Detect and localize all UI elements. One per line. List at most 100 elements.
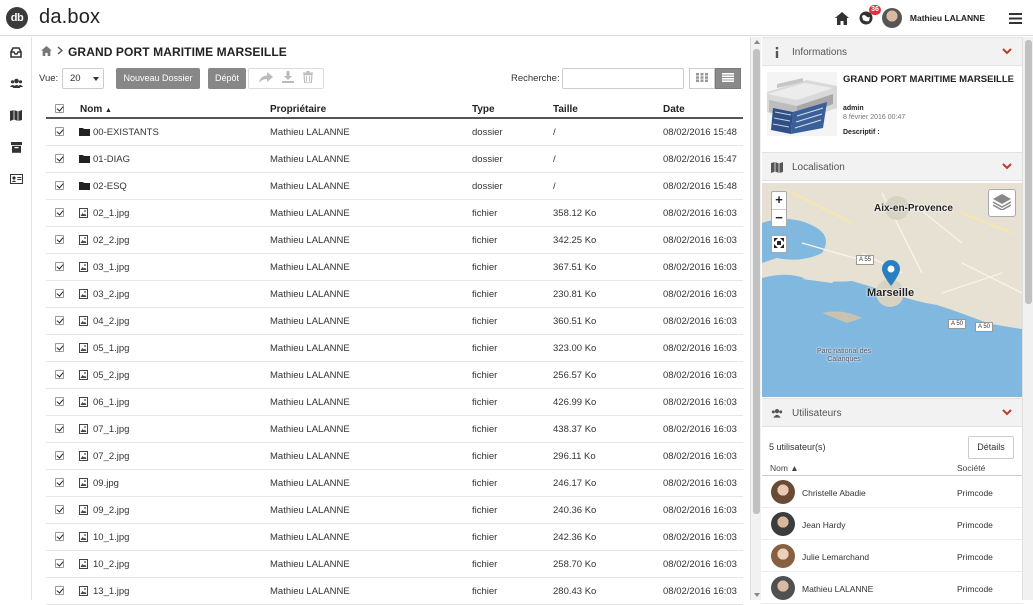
- home-breadcrumb-icon[interactable]: [41, 45, 52, 59]
- row-checkbox[interactable]: [55, 208, 64, 217]
- table-row[interactable]: 03_1.jpg Mathieu LALANNE fichier 367.51 Ko 0…: [46, 254, 743, 281]
- file-name[interactable]: 09.jpg: [93, 478, 119, 489]
- panel-scrollbar[interactable]: [1022, 37, 1033, 600]
- main-scrollbar-thumb[interactable]: [753, 49, 760, 514]
- upload-button[interactable]: Dépôt: [208, 68, 246, 89]
- users-group-icon[interactable]: [8, 75, 24, 91]
- table-row[interactable]: 04_2.jpg Mathieu LALANNE fichier 360.51 Ko 0…: [46, 308, 743, 335]
- panel-scrollbar-thumb[interactable]: [1025, 40, 1032, 304]
- table-row[interactable]: 07_2.jpg Mathieu LALANNE fichier 296.11 Ko 0…: [46, 443, 743, 470]
- main-scrollbar[interactable]: [750, 37, 761, 600]
- chevron-down-icon[interactable]: [1002, 408, 1012, 419]
- users-col-name[interactable]: Nom ▲: [770, 463, 799, 473]
- column-size[interactable]: Taille: [553, 104, 578, 115]
- view-count-select[interactable]: 20: [62, 68, 104, 89]
- file-name[interactable]: 02_1.jpg: [93, 208, 129, 219]
- column-type[interactable]: Type: [472, 104, 495, 115]
- trash-icon[interactable]: [303, 71, 314, 86]
- project-thumbnail[interactable]: [767, 72, 837, 136]
- row-checkbox[interactable]: [55, 532, 64, 541]
- row-checkbox[interactable]: [55, 154, 64, 163]
- row-checkbox[interactable]: [55, 181, 64, 190]
- column-date[interactable]: Date: [663, 104, 685, 115]
- location-marker-icon[interactable]: [882, 260, 900, 289]
- table-row[interactable]: 07_1.jpg Mathieu LALANNE fichier 438.37 Ko 0…: [46, 416, 743, 443]
- file-name[interactable]: 09_2.jpg: [93, 505, 129, 516]
- table-row[interactable]: 01-DIAG Mathieu LALANNE dossier / 08/02/2016…: [46, 146, 743, 173]
- row-checkbox[interactable]: [55, 343, 64, 352]
- file-name[interactable]: 02-ESQ: [93, 181, 127, 192]
- file-name[interactable]: 06_1.jpg: [93, 397, 129, 408]
- chevron-down-icon[interactable]: [1002, 47, 1012, 58]
- new-folder-button[interactable]: Nouveau Dossier: [116, 68, 200, 89]
- details-button[interactable]: Détails: [968, 436, 1014, 459]
- map-layers-button[interactable]: [988, 189, 1016, 217]
- table-row[interactable]: 05_2.jpg Mathieu LALANNE fichier 256.57 Ko 0…: [46, 362, 743, 389]
- user-row[interactable]: Jean Hardy Primcode: [762, 509, 1022, 540]
- file-name[interactable]: 13_1.jpg: [93, 586, 129, 597]
- contact-card-icon[interactable]: [8, 171, 24, 187]
- row-checkbox[interactable]: [55, 451, 64, 460]
- column-owner[interactable]: Propriétaire: [270, 104, 326, 115]
- localisation-header[interactable]: Localisation: [762, 152, 1022, 181]
- inbox-icon[interactable]: [8, 44, 24, 60]
- list-view-button[interactable]: [715, 68, 741, 89]
- hamburger-menu-icon[interactable]: [1007, 10, 1023, 26]
- file-name[interactable]: 05_1.jpg: [93, 343, 129, 354]
- table-row[interactable]: 03_2.jpg Mathieu LALANNE fichier 230.81 Ko 0…: [46, 281, 743, 308]
- file-name[interactable]: 03_2.jpg: [93, 289, 129, 300]
- map-icon[interactable]: [8, 107, 24, 123]
- select-all-checkbox[interactable]: [55, 104, 64, 113]
- file-name[interactable]: 07_1.jpg: [93, 424, 129, 435]
- row-checkbox[interactable]: [55, 505, 64, 514]
- user-name[interactable]: Mathieu LALANNE: [910, 13, 985, 23]
- scroll-up-arrow[interactable]: [754, 40, 760, 44]
- row-checkbox[interactable]: [55, 289, 64, 298]
- search-input[interactable]: [562, 68, 684, 89]
- column-name[interactable]: Nom ▲: [80, 104, 112, 115]
- table-row[interactable]: 10_1.jpg Mathieu LALANNE fichier 242.36 Ko 0…: [46, 524, 743, 551]
- table-row[interactable]: 02-ESQ Mathieu LALANNE dossier / 08/02/2016 …: [46, 173, 743, 200]
- table-row[interactable]: 02_1.jpg Mathieu LALANNE fichier 358.12 Ko 0…: [46, 200, 743, 227]
- file-name[interactable]: 04_2.jpg: [93, 316, 129, 327]
- file-name[interactable]: 05_2.jpg: [93, 370, 129, 381]
- row-checkbox[interactable]: [55, 262, 64, 271]
- table-row[interactable]: 05_1.jpg Mathieu LALANNE fichier 323.00 Ko 0…: [46, 335, 743, 362]
- file-name[interactable]: 10_1.jpg: [93, 532, 129, 543]
- user-avatar[interactable]: [881, 8, 902, 28]
- user-row[interactable]: Christelle Abadie Primcode: [762, 477, 1022, 508]
- user-row[interactable]: Mathieu LALANNE Primcode: [762, 573, 1022, 604]
- informations-header[interactable]: Informations: [762, 37, 1022, 66]
- table-row[interactable]: 13_1.jpg Mathieu LALANNE fichier 280.43 Ko 0…: [46, 578, 743, 605]
- users-col-company[interactable]: Société: [957, 463, 985, 473]
- grid-view-button[interactable]: [689, 68, 715, 89]
- users-header[interactable]: Utilisateurs: [762, 398, 1022, 427]
- file-name[interactable]: 10_2.jpg: [93, 559, 129, 570]
- scroll-down-arrow[interactable]: [754, 593, 760, 597]
- file-name[interactable]: 03_1.jpg: [93, 262, 129, 273]
- table-row[interactable]: 00-EXISTANTS Mathieu LALANNE dossier / 08/02…: [46, 119, 743, 146]
- table-row[interactable]: 02_2.jpg Mathieu LALANNE fichier 342.25 Ko 0…: [46, 227, 743, 254]
- file-name[interactable]: 02_2.jpg: [93, 235, 129, 246]
- home-icon[interactable]: [834, 10, 850, 26]
- zoom-in-button[interactable]: +: [772, 192, 786, 209]
- row-checkbox[interactable]: [55, 559, 64, 568]
- file-name[interactable]: 00-EXISTANTS: [93, 127, 159, 138]
- row-checkbox[interactable]: [55, 316, 64, 325]
- table-row[interactable]: 06_1.jpg Mathieu LALANNE fichier 426.99 Ko 0…: [46, 389, 743, 416]
- zoom-out-button[interactable]: −: [772, 209, 786, 226]
- share-icon[interactable]: [258, 71, 273, 86]
- chevron-down-icon[interactable]: [1002, 162, 1012, 173]
- archive-box-icon[interactable]: [8, 139, 24, 155]
- logo-text[interactable]: da.box: [39, 6, 100, 29]
- user-row[interactable]: Julie Lemarchand Primcode: [762, 541, 1022, 572]
- download-icon[interactable]: [281, 71, 294, 86]
- logo-badge[interactable]: db: [6, 7, 28, 29]
- row-checkbox[interactable]: [55, 235, 64, 244]
- location-map[interactable]: + − Aix-en-Provence Marseille Parc natio…: [762, 183, 1022, 397]
- row-checkbox[interactable]: [55, 370, 64, 379]
- row-checkbox[interactable]: [55, 127, 64, 136]
- table-row[interactable]: 10_2.jpg Mathieu LALANNE fichier 258.70 Ko 0…: [46, 551, 743, 578]
- row-checkbox[interactable]: [55, 478, 64, 487]
- notifications-icon[interactable]: 36: [858, 5, 881, 26]
